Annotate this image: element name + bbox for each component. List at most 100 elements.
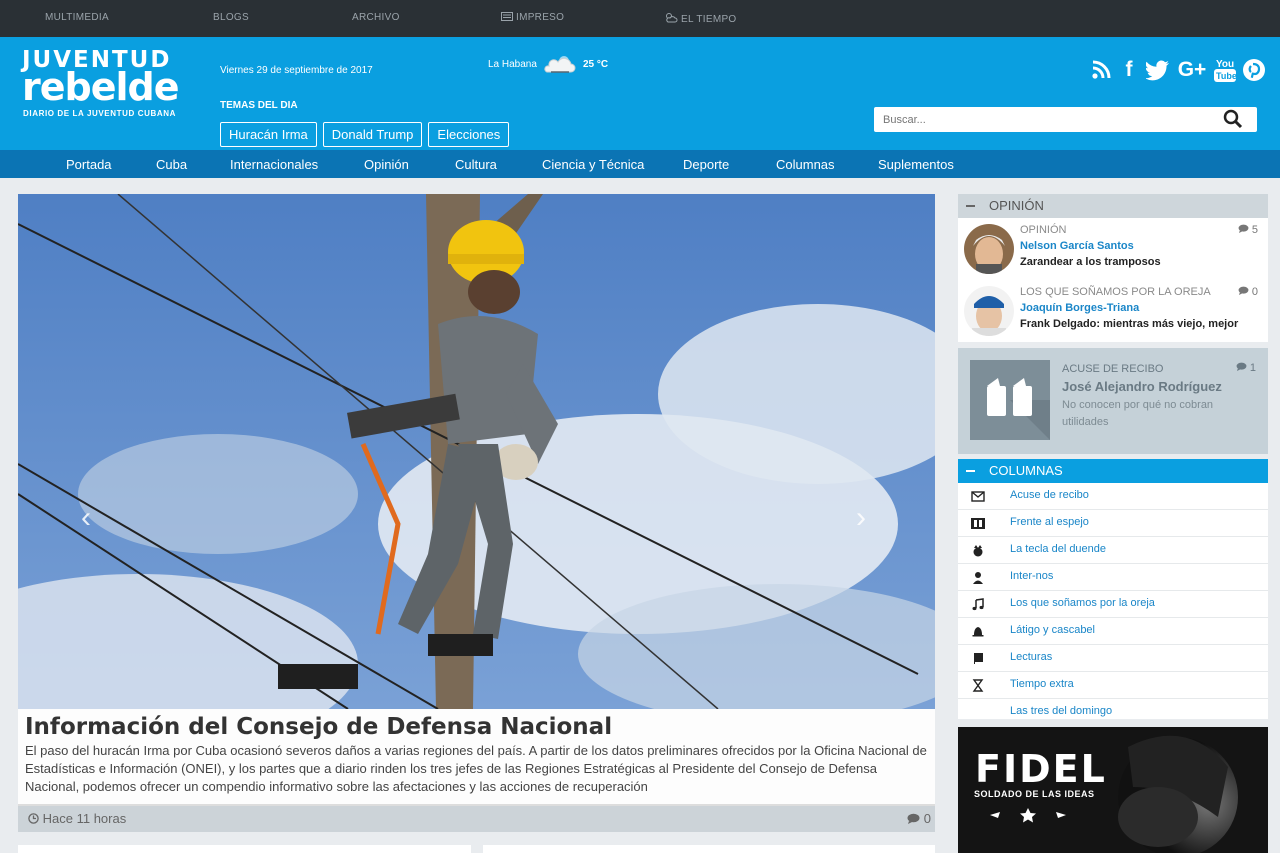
bell-icon: [972, 627, 984, 637]
svg-text:Tube: Tube: [1216, 71, 1236, 81]
topbar-impreso-label: IMPRESO: [516, 12, 565, 23]
tema-tag-irma[interactable]: Huracán Irma: [220, 122, 317, 147]
columna-label: Tiempo extra: [1010, 678, 1074, 690]
nav-item-opinion[interactable]: Opinión: [364, 157, 409, 172]
nav-item-suplementos[interactable]: Suplementos: [878, 157, 954, 172]
news-card-internacionales[interactable]: [483, 845, 935, 853]
hourglass-icon: [972, 679, 984, 692]
google-plus-icon[interactable]: G+: [1176, 58, 1208, 82]
avatar: [964, 286, 1014, 336]
opinion-header[interactable]: OPINIÓN: [958, 194, 1268, 218]
music-note-icon: [972, 598, 984, 611]
weather-widget: La Habana 25 °C: [488, 54, 608, 74]
collapse-icon: [966, 205, 975, 207]
banner-subtitle: SOLDADO DE LAS IDEAS: [974, 789, 1095, 799]
columna-label: Los que soñamos por la oreja: [1010, 597, 1155, 609]
featured-photo[interactable]: [18, 194, 935, 709]
nav-item-portada[interactable]: Portada: [66, 157, 112, 172]
news-card-cuba[interactable]: [18, 845, 471, 853]
topbar-link-tiempo[interactable]: EL TIEMPO: [664, 12, 737, 25]
featured-caption: Información del Consejo de Defensa Nacio…: [18, 709, 935, 804]
featured-title[interactable]: Información del Consejo de Defensa Nacio…: [25, 713, 928, 741]
fidel-banner[interactable]: FIDEL SOLDADO DE LAS IDEAS: [958, 727, 1268, 853]
weather-city: La Habana: [488, 58, 537, 70]
nav-item-columnas[interactable]: Columnas: [776, 157, 835, 172]
opinion-category: LOS QUE SOÑAMOS POR LA OREJA: [1020, 286, 1211, 298]
acuse-category: ACUSE DE RECIBO: [1062, 363, 1164, 375]
slider-prev-button[interactable]: ‹: [81, 501, 91, 535]
columna-item-tiempo-extra[interactable]: Tiempo extra: [958, 672, 1268, 699]
opinion-comments-count: 5: [1251, 224, 1258, 236]
nav-item-ciencia[interactable]: Ciencia y Técnica: [542, 157, 644, 172]
columna-item-tres-domingo[interactable]: Las tres del domingo: [958, 699, 1268, 726]
youtube-icon[interactable]: YouTube: [1214, 57, 1236, 83]
nav-item-cuba[interactable]: Cuba: [156, 157, 187, 172]
tema-tag-elecciones[interactable]: Elecciones: [428, 122, 510, 147]
facebook-icon[interactable]: f: [1118, 58, 1140, 82]
logo-tagline: DIARIO DE LA JUVENTUD CUBANA: [23, 109, 176, 118]
search-bar: [874, 107, 1257, 132]
pinterest-icon[interactable]: [1242, 58, 1266, 82]
clock-icon: [28, 813, 39, 824]
nav-item-internacionales[interactable]: Internacionales: [230, 157, 318, 172]
temas-list: Huracán Irma Donald Trump Elecciones: [220, 122, 510, 147]
twitter-icon[interactable]: [1146, 59, 1170, 81]
current-date: Viernes 29 de septiembre de 2017: [220, 65, 373, 76]
columna-item-acuse[interactable]: Acuse de recibo: [958, 483, 1268, 510]
cloudy-icon: [544, 56, 576, 73]
tema-tag-trump[interactable]: Donald Trump: [322, 122, 423, 147]
goblin-icon: [973, 545, 983, 557]
banner-title: FIDEL: [975, 747, 1107, 791]
opinion-item[interactable]: OPINIÓN Nelson García Santos Zarandear a…: [958, 220, 1268, 280]
topbar-link-blogs[interactable]: BLOGS: [213, 12, 249, 23]
opinion-title[interactable]: Frank Delgado: mientras más viejo, mejor: [1020, 318, 1238, 330]
book-icon: [974, 653, 983, 664]
topbar-tiempo-label: EL TIEMPO: [681, 14, 737, 25]
opinion-heading: OPINIÓN: [989, 198, 1044, 213]
opinion-comments: 5: [1238, 224, 1258, 236]
opinion-author[interactable]: Nelson García Santos: [1020, 240, 1134, 252]
opinion-list: OPINIÓN Nelson García Santos Zarandear a…: [958, 218, 1268, 342]
featured-summary: El paso del huracán Irma por Cuba ocasio…: [25, 743, 927, 794]
avatar: [964, 224, 1014, 274]
opinion-author[interactable]: Joaquín Borges-Triana: [1020, 302, 1139, 314]
newspaper-icon: [501, 12, 513, 21]
rss-icon[interactable]: [1090, 59, 1112, 81]
columna-item-lecturas[interactable]: Lecturas: [958, 645, 1268, 672]
main-nav: Portada Cuba Internacionales Opinión Cul…: [0, 150, 1280, 178]
featured-time: Hace 11 horas: [28, 811, 126, 826]
opinion-category: OPINIÓN: [1020, 224, 1067, 236]
slider-next-button[interactable]: ›: [856, 501, 866, 535]
columna-label: Lecturas: [1010, 651, 1053, 663]
columna-item-duende[interactable]: La tecla del duende: [958, 537, 1268, 564]
columna-item-latigo[interactable]: Látigo y cascabel: [958, 618, 1268, 645]
acuse-description[interactable]: No conocen por qué no cobran utilidades: [1062, 397, 1232, 431]
weather-icon: [666, 13, 678, 23]
acuse-card[interactable]: ACUSE DE RECIBO José Alejandro Rodríguez…: [958, 348, 1268, 454]
site-logo[interactable]: JUVENTUD rebelde DIARIO DE LA JUVENTUD C…: [22, 49, 179, 119]
acuse-author[interactable]: José Alejandro Rodríguez: [1062, 379, 1222, 394]
featured-comments[interactable]: 0: [907, 811, 931, 826]
columna-item-internos[interactable]: Inter-nos: [958, 564, 1268, 591]
temas-label: TEMAS DEL DIA: [220, 100, 298, 111]
nav-item-cultura[interactable]: Cultura: [455, 157, 497, 172]
comment-icon: [907, 813, 920, 824]
person-icon: [973, 572, 983, 584]
opinion-item[interactable]: LOS QUE SOÑAMOS POR LA OREJA Joaquín Bor…: [958, 282, 1268, 342]
nav-item-deporte[interactable]: Deporte: [683, 157, 729, 172]
topbar-link-archivo[interactable]: ARCHIVO: [352, 12, 400, 23]
comment-icon: [1238, 224, 1249, 233]
columnas-heading: COLUMNAS: [989, 463, 1063, 478]
search-icon[interactable]: [1223, 109, 1243, 129]
topbar-link-impreso[interactable]: IMPRESO: [501, 12, 564, 23]
featured-time-label: Hace 11 horas: [42, 811, 127, 826]
topbar-link-multimedia[interactable]: MULTIMEDIA: [45, 12, 109, 23]
collapse-icon: [966, 470, 975, 472]
columna-label: La tecla del duende: [1010, 543, 1107, 555]
columnas-header[interactable]: COLUMNAS: [958, 459, 1268, 483]
search-input[interactable]: [874, 107, 1204, 132]
comment-icon: [1236, 362, 1247, 371]
columna-item-espejo[interactable]: Frente al espejo: [958, 510, 1268, 537]
opinion-title[interactable]: Zarandear a los tramposos: [1020, 256, 1161, 268]
columna-item-oreja[interactable]: Los que soñamos por la oreja: [958, 591, 1268, 618]
